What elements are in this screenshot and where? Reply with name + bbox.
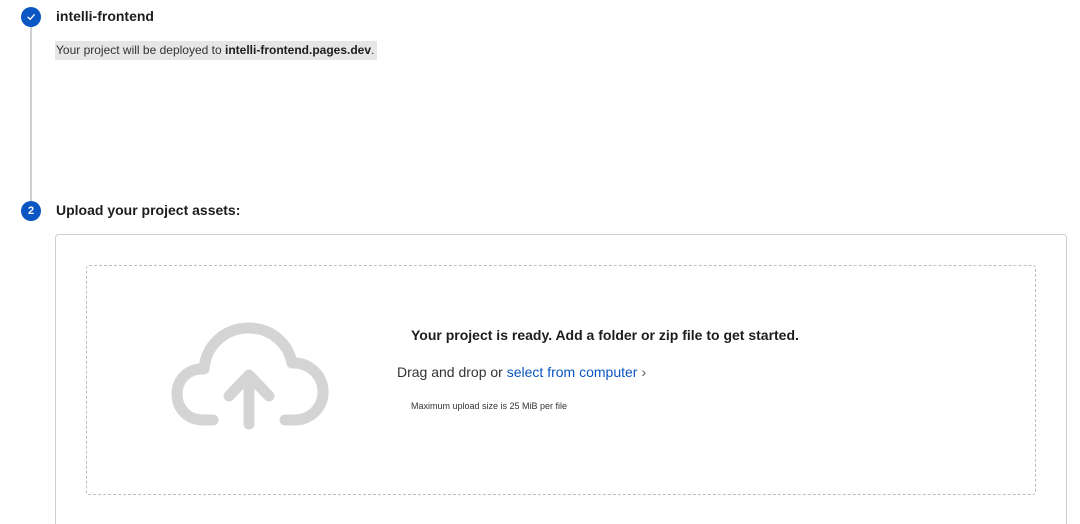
deploy-target-note: Your project will be deployed to intelli… — [55, 41, 378, 60]
drag-drop-line: Drag and drop or select from computer › — [397, 364, 646, 380]
project-name-heading: intelli-frontend — [56, 8, 154, 24]
deploy-note-prefix: Your project will be deployed to — [56, 43, 225, 57]
upload-dropzone[interactable]: Your project is ready. Add a folder or z… — [86, 265, 1036, 495]
max-upload-size-note: Maximum upload size is 25 MiB per file — [411, 401, 568, 411]
deploy-note-suffix: . — [371, 43, 375, 57]
cloud-upload-icon — [171, 322, 329, 430]
step-connector — [30, 26, 32, 202]
upload-panel: Your project is ready. Add a folder or z… — [55, 234, 1067, 524]
ready-message: Your project is ready. Add a folder or z… — [411, 327, 799, 343]
step-number-badge: 2 — [21, 201, 41, 221]
deploy-page: intelli-frontend Your project will be de… — [0, 0, 1080, 524]
select-from-computer-link[interactable]: select from computer — [507, 364, 638, 380]
drag-drop-text: Drag and drop or — [397, 364, 507, 380]
step-complete-icon — [21, 7, 41, 27]
upload-step-heading: Upload your project assets: — [56, 202, 241, 218]
checkmark-icon — [27, 14, 35, 20]
deploy-domain: intelli-frontend.pages.dev — [225, 43, 372, 57]
chevron-right-icon: › — [641, 364, 647, 380]
